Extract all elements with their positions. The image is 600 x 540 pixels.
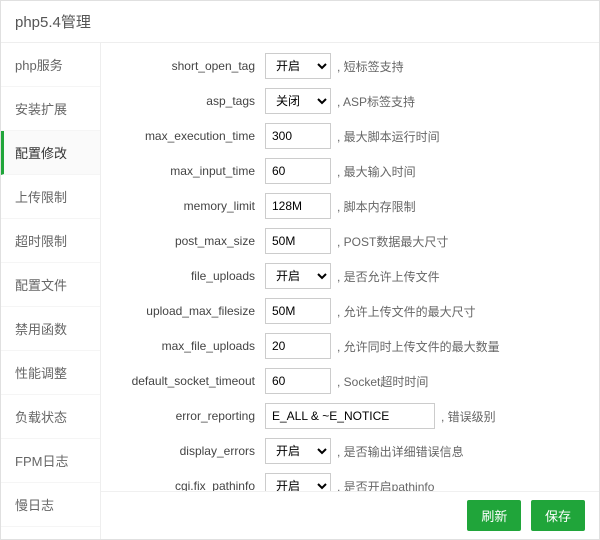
- footer: 刷新 保存: [101, 491, 599, 539]
- setting-row-memory_limit: memory_limit , 脚本内存限制: [115, 193, 585, 219]
- setting-input-max_file_uploads[interactable]: [265, 333, 331, 359]
- setting-row-error_reporting: error_reporting , 错误级别: [115, 403, 585, 429]
- sidebar-item-6[interactable]: 禁用函数: [1, 307, 100, 351]
- setting-label: max_file_uploads: [115, 339, 265, 353]
- setting-desc: , Socket超时时间: [337, 373, 428, 390]
- sidebar-item-5[interactable]: 配置文件: [1, 263, 100, 307]
- setting-desc: , POST数据最大尺寸: [337, 233, 448, 250]
- setting-label: file_uploads: [115, 269, 265, 283]
- setting-input-upload_max_filesize[interactable]: [265, 298, 331, 324]
- setting-desc: , 最大脚本运行时间: [337, 128, 440, 145]
- setting-control: [265, 228, 331, 254]
- setting-desc: , 脚本内存限制: [337, 198, 416, 215]
- setting-select-cgi.fix_pathinfo[interactable]: 开启关闭: [265, 473, 331, 491]
- sidebar-item-7[interactable]: 性能调整: [1, 351, 100, 395]
- setting-input-max_input_time[interactable]: [265, 158, 331, 184]
- setting-desc: , 错误级别: [441, 408, 496, 425]
- setting-control: [265, 123, 331, 149]
- setting-control: [265, 158, 331, 184]
- php-config-panel: php5.4管理 php服务安装扩展配置修改上传限制超时限制配置文件禁用函数性能…: [0, 0, 600, 540]
- sidebar-item-2[interactable]: 配置修改: [1, 131, 100, 175]
- sidebar-item-3[interactable]: 上传限制: [1, 175, 100, 219]
- setting-desc: , 短标签支持: [337, 58, 404, 75]
- setting-label: error_reporting: [115, 409, 265, 423]
- setting-control: [265, 193, 331, 219]
- setting-row-display_errors: display_errors开启关闭 , 是否输出详细错误信息: [115, 438, 585, 464]
- setting-row-file_uploads: file_uploads开启关闭 , 是否允许上传文件: [115, 263, 585, 289]
- panel-header: php5.4管理: [1, 1, 599, 43]
- setting-row-post_max_size: post_max_size , POST数据最大尺寸: [115, 228, 585, 254]
- setting-select-file_uploads[interactable]: 开启关闭: [265, 263, 331, 289]
- setting-desc: , ASP标签支持: [337, 93, 415, 110]
- setting-input-max_execution_time[interactable]: [265, 123, 331, 149]
- sidebar-item-4[interactable]: 超时限制: [1, 219, 100, 263]
- setting-row-max_file_uploads: max_file_uploads , 允许同时上传文件的最大数量: [115, 333, 585, 359]
- setting-label: display_errors: [115, 444, 265, 458]
- setting-control: 开启关闭: [265, 473, 331, 491]
- setting-desc: , 最大输入时间: [337, 163, 416, 180]
- setting-label: upload_max_filesize: [115, 304, 265, 318]
- setting-control: 开启关闭: [265, 88, 331, 114]
- setting-input-error_reporting[interactable]: [265, 403, 435, 429]
- setting-select-display_errors[interactable]: 开启关闭: [265, 438, 331, 464]
- setting-select-short_open_tag[interactable]: 开启关闭: [265, 53, 331, 79]
- setting-row-short_open_tag: short_open_tag开启关闭 , 短标签支持: [115, 53, 585, 79]
- refresh-button[interactable]: 刷新: [467, 500, 521, 531]
- setting-control: 开启关闭: [265, 53, 331, 79]
- panel-title: php5.4管理: [15, 14, 91, 31]
- setting-label: max_input_time: [115, 164, 265, 178]
- main-area: short_open_tag开启关闭, 短标签支持asp_tags开启关闭, A…: [101, 43, 599, 539]
- setting-control: 开启关闭: [265, 263, 331, 289]
- setting-control: [265, 298, 331, 324]
- setting-row-asp_tags: asp_tags开启关闭 , ASP标签支持: [115, 88, 585, 114]
- setting-label: short_open_tag: [115, 59, 265, 73]
- sidebar-item-9[interactable]: FPM日志: [1, 439, 100, 483]
- setting-label: asp_tags: [115, 94, 265, 108]
- sidebar-item-0[interactable]: php服务: [1, 43, 100, 87]
- setting-input-default_socket_timeout[interactable]: [265, 368, 331, 394]
- sidebar-item-1[interactable]: 安装扩展: [1, 87, 100, 131]
- setting-control: [265, 403, 435, 429]
- setting-desc: , 允许同时上传文件的最大数量: [337, 338, 500, 355]
- setting-label: cgi.fix_pathinfo: [115, 479, 265, 491]
- setting-row-max_input_time: max_input_time , 最大输入时间: [115, 158, 585, 184]
- setting-control: [265, 333, 331, 359]
- setting-desc: , 是否输出详细错误信息: [337, 443, 464, 460]
- sidebar: php服务安装扩展配置修改上传限制超时限制配置文件禁用函数性能调整负载状态FPM…: [1, 43, 101, 539]
- setting-select-asp_tags[interactable]: 开启关闭: [265, 88, 331, 114]
- setting-desc: , 是否开启pathinfo: [337, 478, 434, 492]
- setting-label: max_execution_time: [115, 129, 265, 143]
- form-area: short_open_tag开启关闭, 短标签支持asp_tags开启关闭, A…: [101, 43, 599, 491]
- setting-row-max_execution_time: max_execution_time , 最大脚本运行时间: [115, 123, 585, 149]
- sidebar-item-8[interactable]: 负载状态: [1, 395, 100, 439]
- setting-input-memory_limit[interactable]: [265, 193, 331, 219]
- setting-desc: , 是否允许上传文件: [337, 268, 440, 285]
- setting-label: post_max_size: [115, 234, 265, 248]
- setting-control: 开启关闭: [265, 438, 331, 464]
- setting-input-post_max_size[interactable]: [265, 228, 331, 254]
- setting-row-upload_max_filesize: upload_max_filesize , 允许上传文件的最大尺寸: [115, 298, 585, 324]
- save-button[interactable]: 保存: [531, 500, 585, 531]
- sidebar-item-10[interactable]: 慢日志: [1, 483, 100, 527]
- setting-control: [265, 368, 331, 394]
- panel-body: php服务安装扩展配置修改上传限制超时限制配置文件禁用函数性能调整负载状态FPM…: [1, 43, 599, 539]
- setting-row-default_socket_timeout: default_socket_timeout , Socket超时时间: [115, 368, 585, 394]
- setting-label: default_socket_timeout: [115, 374, 265, 388]
- setting-desc: , 允许上传文件的最大尺寸: [337, 303, 476, 320]
- setting-label: memory_limit: [115, 199, 265, 213]
- setting-row-cgi.fix_pathinfo: cgi.fix_pathinfo开启关闭 , 是否开启pathinfo: [115, 473, 585, 491]
- sidebar-item-11[interactable]: phpinfo: [1, 527, 100, 539]
